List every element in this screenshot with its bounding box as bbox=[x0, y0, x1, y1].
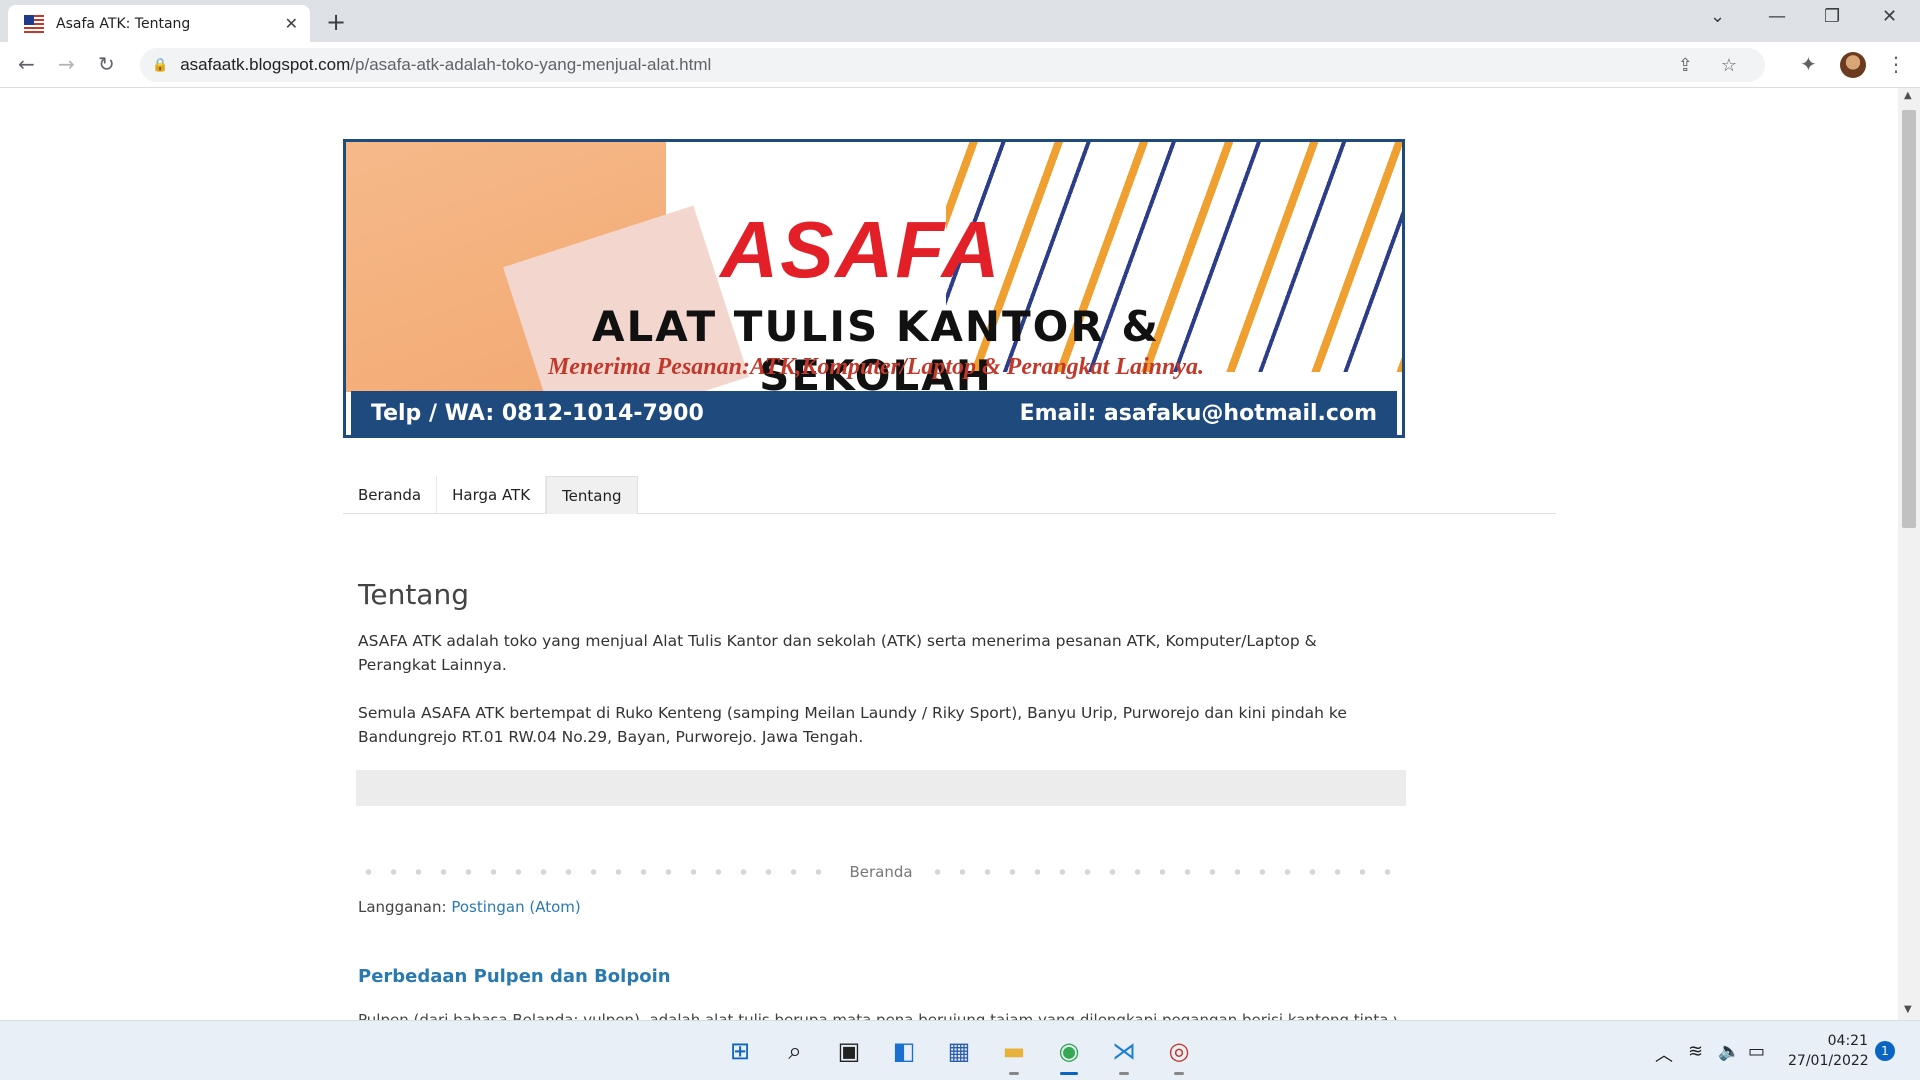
file-explorer-icon[interactable]: ▬ bbox=[998, 1035, 1030, 1075]
scroll-down-icon[interactable]: ▼ bbox=[1904, 1004, 1912, 1015]
subscribe-label: Langganan: bbox=[358, 898, 447, 916]
task-view-icon[interactable]: ▣ bbox=[833, 1035, 865, 1067]
share-icon[interactable]: ⇪ bbox=[1678, 55, 1693, 76]
restore-icon[interactable]: ❐ bbox=[1824, 6, 1840, 27]
tab-title: Asafa ATK: Tentang bbox=[56, 15, 191, 32]
search-icon[interactable]: ⌕ bbox=[779, 1035, 811, 1067]
post-paragraph-1: ASAFA ATK adalah toko yang menjual Alat … bbox=[358, 632, 1317, 674]
system-clock[interactable]: 04:21 27/01/2022 bbox=[1788, 1031, 1869, 1071]
lock-icon[interactable]: 🔒 bbox=[152, 58, 168, 73]
address-bar[interactable]: 🔒 asafaatk.blogspot.com/p/asafa-atk-adal… bbox=[140, 48, 1765, 82]
forward-icon[interactable]: → bbox=[58, 52, 75, 76]
banner-headline: ALAT TULIS KANTOR & SEKOLAH bbox=[592, 302, 1160, 400]
battery-icon[interactable]: ▭ bbox=[1748, 1041, 1765, 1062]
post-paragraph-2: Semula ASAFA ATK bertempat di Ruko Kente… bbox=[358, 704, 1347, 746]
post-title: Tentang bbox=[358, 578, 469, 611]
related-post-snippet: Pulpen (dari bahasa Belanda: vulpen), ad… bbox=[358, 1011, 1398, 1020]
running-indicator bbox=[1119, 1072, 1129, 1075]
related-post-title[interactable]: Perbedaan Pulpen dan Bolpoin bbox=[358, 966, 671, 987]
chrome-icon[interactable]: ◉ bbox=[1053, 1035, 1085, 1075]
vscode-icon[interactable]: ⋊ bbox=[1108, 1035, 1140, 1075]
subscription-links: Langganan: Postingan (Atom) bbox=[358, 898, 581, 916]
page-nav: Beranda Harga ATK Tentang bbox=[343, 476, 1556, 514]
reload-icon[interactable]: ↻ bbox=[98, 52, 115, 76]
new-tab-icon[interactable]: + bbox=[326, 8, 346, 36]
subscribe-atom-link[interactable]: Postingan (Atom) bbox=[451, 898, 580, 916]
banner-email: Email: asafaku@hotmail.com bbox=[1019, 400, 1377, 426]
scrollbar-thumb[interactable] bbox=[1902, 110, 1916, 528]
tab-search-icon[interactable]: ⌄ bbox=[1710, 6, 1725, 27]
blog-pager: Beranda bbox=[356, 862, 1407, 882]
url-text[interactable]: asafaatk.blogspot.com/p/asafa-atk-adalah… bbox=[180, 55, 1678, 75]
clock-date: 27/01/2022 bbox=[1788, 1053, 1869, 1069]
scroll-up-icon[interactable]: ▲ bbox=[1904, 90, 1912, 101]
browser-tab-active[interactable]: Asafa ATK: Tentang ✕ bbox=[8, 5, 310, 42]
nav-beranda[interactable]: Beranda bbox=[343, 476, 438, 514]
tray-chevron-icon[interactable]: ︿ bbox=[1655, 1041, 1673, 1067]
back-icon[interactable]: ← bbox=[18, 52, 35, 76]
start-windows-icon[interactable]: ⊞ bbox=[724, 1035, 756, 1067]
nav-tentang[interactable]: Tentang bbox=[546, 476, 638, 514]
pager-dots-right bbox=[924, 869, 1407, 875]
profile-avatar[interactable] bbox=[1840, 52, 1866, 78]
banner-contact-bar: Telp / WA: 0812-1014-7900 Email: asafaku… bbox=[351, 391, 1397, 435]
browser-toolbar: ← → ↻ 🔒 asafaatk.blogspot.com/p/asafa-at… bbox=[0, 42, 1920, 88]
close-window-icon[interactable]: ✕ bbox=[1882, 6, 1897, 27]
banner-brand: ASAFA bbox=[720, 205, 1002, 294]
nav-harga-atk[interactable]: Harga ATK bbox=[437, 476, 547, 514]
flag-favicon-icon bbox=[24, 14, 44, 33]
tab-strip: Asafa ATK: Tentang ✕ + ⌄ — ❐ ✕ bbox=[0, 0, 1920, 42]
widgets-icon[interactable]: ◧ bbox=[888, 1035, 920, 1067]
menu-kebab-icon[interactable]: ⋮ bbox=[1886, 52, 1906, 76]
home-link[interactable]: Beranda bbox=[837, 863, 924, 881]
windows-taskbar: ⊞ ⌕ ▣ ◧ ▦ ▬ ◉ ⋊ ◎ ︿ ≋ 🔈 ▭ 04:21 27/01/20… bbox=[0, 1020, 1920, 1080]
running-indicator bbox=[1174, 1072, 1184, 1075]
minimize-icon[interactable]: — bbox=[1768, 6, 1786, 27]
pager-dots-left bbox=[356, 869, 838, 875]
clock-time: 04:21 bbox=[1827, 1033, 1868, 1049]
bookmark-star-icon[interactable]: ☆ bbox=[1721, 55, 1737, 76]
notification-badge[interactable]: 1 bbox=[1875, 1041, 1895, 1061]
extensions-icon[interactable]: ✦ bbox=[1800, 52, 1817, 76]
page-scrollbar[interactable]: ▲ ▼ bbox=[1898, 88, 1920, 1020]
post-footer-box bbox=[356, 770, 1406, 806]
store-icon[interactable]: ▦ bbox=[943, 1035, 975, 1067]
running-indicator bbox=[1009, 1072, 1019, 1075]
post-body: Tentang ASAFA ATK adalah toko yang menju… bbox=[358, 578, 1398, 773]
volume-icon[interactable]: 🔈 bbox=[1718, 1041, 1740, 1062]
media-player-icon[interactable]: ◎ bbox=[1163, 1035, 1195, 1075]
header-banner[interactable]: ASAFA ALAT TULIS KANTOR & SEKOLAH Meneri… bbox=[343, 139, 1405, 438]
banner-tagline: Menerima Pesanan:ATK,Komputer/Laptop & P… bbox=[547, 354, 1205, 380]
active-indicator bbox=[1060, 1072, 1078, 1075]
close-tab-icon[interactable]: ✕ bbox=[285, 14, 298, 33]
web-page: ASAFA ALAT TULIS KANTOR & SEKOLAH Meneri… bbox=[0, 88, 1898, 1020]
wifi-icon[interactable]: ≋ bbox=[1688, 1041, 1703, 1062]
banner-phone: Telp / WA: 0812-1014-7900 bbox=[371, 400, 704, 426]
